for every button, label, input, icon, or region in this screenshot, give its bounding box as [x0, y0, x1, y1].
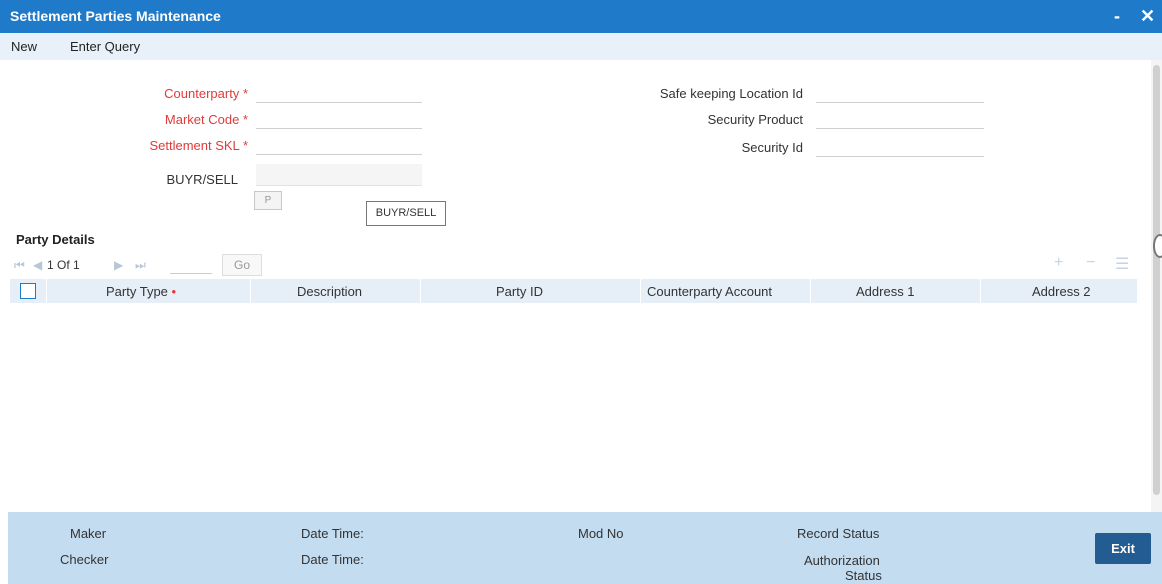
column-address-2[interactable]: Address 2 — [1032, 284, 1091, 299]
select-all-checkbox[interactable] — [20, 283, 36, 299]
scrollbar-thumb[interactable] — [1153, 65, 1160, 495]
market-code-label-text: Market Code — [164, 112, 240, 127]
column-description[interactable]: Description — [297, 284, 362, 299]
buyr-sell-label: BUYR/SELL — [166, 172, 238, 187]
page-number-input[interactable] — [170, 254, 212, 274]
side-panel-handle-icon[interactable] — [1153, 234, 1162, 258]
first-page-icon[interactable]: ⏮ — [14, 258, 25, 273]
record-status-label: Record Status — [797, 526, 880, 541]
title-bar: Settlement Parties Maintenance - ✕ — [0, 0, 1162, 33]
column-separator — [250, 279, 251, 303]
maker-label: Maker — [70, 526, 107, 541]
last-page-icon[interactable]: ⏭ — [135, 258, 146, 273]
column-separator — [980, 279, 981, 303]
column-counterparty-account[interactable]: Counterparty Account — [647, 284, 772, 299]
settlement-skl-input[interactable] — [256, 135, 422, 155]
security-id-input[interactable] — [816, 137, 984, 157]
go-button[interactable]: Go — [222, 254, 262, 276]
add-row-icon[interactable]: + — [1054, 254, 1063, 272]
party-details-grid-header: Party Type • Description Party ID Counte… — [10, 279, 1137, 303]
audit-footer: Maker Checker Date Time: Date Time: Mod … — [8, 512, 1162, 584]
column-party-type[interactable]: Party Type • — [106, 284, 176, 299]
mod-no-label: Mod No — [578, 526, 624, 541]
party-details-title: Party Details — [16, 232, 95, 247]
menu-enter-query[interactable]: Enter Query — [70, 39, 140, 54]
prev-page-icon[interactable]: ◀ — [33, 258, 42, 272]
required-mark: * — [242, 86, 248, 101]
column-address-1[interactable]: Address 1 — [856, 284, 915, 299]
market-code-input[interactable] — [256, 109, 422, 129]
buyr-sell-input — [256, 164, 422, 186]
counterparty-input[interactable] — [256, 83, 422, 103]
authorization-status-label-line1: Authorization — [804, 553, 880, 568]
counterparty-label: Counterparty * — [120, 86, 248, 101]
exit-button[interactable]: Exit — [1095, 533, 1151, 564]
authorization-status-label-line2: Status — [845, 568, 882, 583]
page-indicator: 1 Of 1 — [47, 258, 80, 272]
security-product-input[interactable] — [816, 109, 984, 129]
next-page-icon[interactable]: ▶ — [114, 258, 123, 272]
column-separator — [420, 279, 421, 303]
buyr-sell-tooltip: BUYR/SELL — [366, 201, 446, 226]
vertical-scrollbar[interactable] — [1151, 60, 1162, 512]
settlement-skl-label: Settlement SKL * — [110, 138, 248, 153]
menu-new[interactable]: New — [11, 39, 37, 54]
single-view-icon[interactable]: ☰ — [1115, 254, 1129, 274]
security-id-label: Security Id — [741, 140, 803, 155]
menu-bar: New Enter Query — [0, 33, 1162, 60]
settlement-skl-label-text: Settlement SKL — [149, 138, 240, 153]
safe-keeping-location-id-input[interactable] — [816, 83, 984, 103]
close-button[interactable]: ✕ — [1140, 4, 1155, 28]
safe-keeping-location-id-label: Safe keeping Location Id — [659, 86, 803, 101]
column-party-id[interactable]: Party ID — [496, 284, 543, 299]
p-button[interactable]: P — [254, 191, 282, 210]
column-party-type-label: Party Type — [106, 284, 168, 299]
remove-row-icon[interactable]: − — [1086, 254, 1095, 272]
column-separator — [640, 279, 641, 303]
checker-date-time-label: Date Time: — [301, 552, 364, 567]
required-mark: • — [171, 284, 177, 299]
required-mark: * — [242, 112, 248, 127]
counterparty-label-text: Counterparty — [164, 86, 240, 101]
minimize-button[interactable]: - — [1114, 4, 1120, 28]
column-separator — [810, 279, 811, 303]
checker-label: Checker — [60, 552, 109, 567]
security-product-label: Security Product — [707, 112, 803, 127]
column-separator — [46, 279, 47, 303]
maker-date-time-label: Date Time: — [301, 526, 364, 541]
required-mark: * — [242, 138, 248, 153]
window-title: Settlement Parties Maintenance — [10, 8, 221, 24]
market-code-label: Market Code * — [120, 112, 248, 127]
